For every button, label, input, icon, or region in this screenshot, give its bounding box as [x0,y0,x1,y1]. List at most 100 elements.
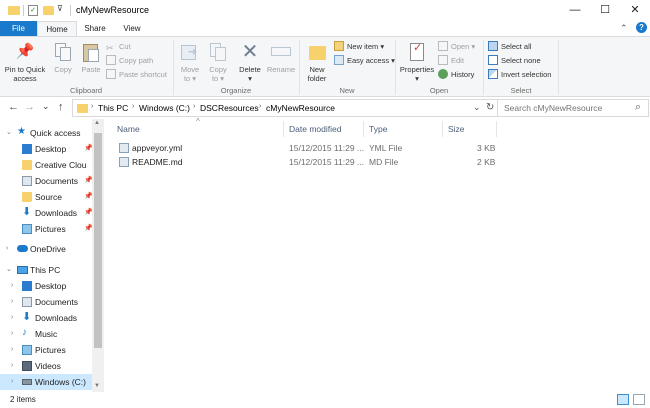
paste-shortcut-button[interactable]: Paste shortcut [106,69,167,81]
properties-qat-icon[interactable]: ✓ [28,5,38,16]
help-icon[interactable]: ? [636,22,647,33]
new-folder-button[interactable]: New folder [302,41,332,83]
chevron-right-icon[interactable]: › [11,294,13,310]
maximize-button[interactable]: ☐ [590,0,620,21]
tab-share[interactable]: Share [77,21,113,37]
easy-access-button[interactable]: Easy access ▾ [334,55,395,67]
search-icon[interactable]: ⌕ [635,101,641,114]
address-box[interactable]: › This PC › Windows (C:) › DSCResources … [72,99,540,117]
folder-icon [22,192,32,202]
paste-shortcut-label: Paste shortcut [119,70,167,79]
column-divider[interactable] [363,121,364,137]
tab-view[interactable]: View [113,21,151,37]
nav-scrollbar-thumb[interactable] [94,133,102,348]
nav-item-windows-c[interactable]: › Windows (C:) [0,374,92,390]
pin-to-quick-access-button[interactable]: 📌 Pin to Quick access [3,41,47,83]
nav-item-pc-downloads[interactable]: › ⬇ Downloads [0,310,92,326]
column-header-size[interactable]: Size [448,124,465,134]
nav-item-pc-videos[interactable]: › Videos [0,358,92,374]
column-header-date-modified[interactable]: Date modified [289,124,341,134]
large-icons-view-button[interactable] [633,394,645,405]
details-view-button[interactable] [617,394,629,405]
nav-item-this-pc[interactable]: ⌄ This PC [0,262,92,278]
nav-item-documents[interactable]: Documents 📌 [0,173,93,189]
table-row[interactable]: README.md 15/12/2015 11:29 ... MD File 2… [113,155,495,169]
table-row[interactable]: appveyor.yml 15/12/2015 11:29 ... YML Fi… [113,141,495,155]
qat-dropdown-icon[interactable]: ⊽ [57,4,63,13]
column-divider[interactable] [496,121,497,137]
open-button[interactable]: Open ▾ [438,41,475,53]
select-none-button[interactable]: Select none [488,55,541,67]
new-item-icon [334,41,344,51]
history-button[interactable]: History [438,69,474,81]
chevron-right-icon[interactable]: › [6,241,8,257]
folder-icon [77,104,88,113]
copy-path-button[interactable]: Copy path [106,55,153,67]
breadcrumb-this-pc[interactable]: This PC [98,103,128,113]
search-box[interactable]: ⌕ [497,99,649,117]
nav-item-desktop[interactable]: Desktop 📌 [0,141,93,157]
address-dropdown-icon[interactable]: ⌄ [473,102,481,113]
nav-label: Downloads [35,313,78,323]
recent-locations-button[interactable]: ⌄ [42,101,50,112]
rename-button[interactable]: Rename [266,41,296,74]
open-icon [438,41,448,51]
close-button[interactable]: ✕ [620,0,650,21]
nav-item-pc-pictures[interactable]: › Pictures [0,342,92,358]
file-size: 3 KB [477,143,496,153]
back-button[interactable]: ← [8,101,19,113]
collapse-ribbon-icon[interactable]: ⌃ [620,23,628,34]
scroll-down-arrow-icon[interactable]: ▼ [94,383,100,389]
nav-item-creative-cloud[interactable]: Creative Clou [0,157,92,173]
delete-button[interactable]: ✕ Delete ▾ [236,41,264,83]
nav-item-pictures[interactable]: Pictures 📌 [0,221,93,237]
chevron-right-icon[interactable]: › [11,326,13,342]
forward-button[interactable]: → [24,101,35,113]
breadcrumb-windows-c[interactable]: Windows (C:) [139,103,190,113]
move-to-button[interactable]: ➜ Move to ▾ [177,41,203,83]
copy-button[interactable]: Copy [50,41,76,74]
chevron-right-icon[interactable]: › [11,358,13,374]
cut-button[interactable]: ✂ Cut [106,41,131,53]
column-divider[interactable] [442,121,443,137]
chevron-right-icon[interactable]: › [11,310,13,326]
new-folder-qat-icon[interactable] [43,6,54,15]
pin-icon: 📌 [15,43,35,60]
copy-to-label-1: Copy [209,65,227,74]
tab-file[interactable]: File [0,21,37,37]
column-divider[interactable] [283,121,284,137]
nav-item-pc-desktop[interactable]: › Desktop [0,278,92,294]
chevron-right-icon[interactable]: › [11,278,13,294]
nav-item-source[interactable]: Source 📌 [0,189,93,205]
invert-selection-button[interactable]: Invert selection [488,69,551,81]
select-group-label: Select [510,86,532,95]
properties-button[interactable]: ✓ Properties ▾ [398,41,436,84]
file-type: MD File [369,157,399,167]
column-header-type[interactable]: Type [369,124,387,134]
chevron-right-icon[interactable]: › [11,374,13,390]
nav-item-pc-music[interactable]: › ♪ Music [0,326,92,342]
nav-item-downloads[interactable]: ⬇ Downloads 📌 [0,205,93,221]
up-button[interactable]: ↑ [58,101,64,113]
scroll-up-arrow-icon[interactable]: ▲ [94,120,100,126]
chevron-right-icon[interactable]: › [11,342,13,358]
paste-button[interactable]: Paste [78,41,104,74]
invert-selection-label: Invert selection [501,70,552,79]
breadcrumb-cmynewresource[interactable]: cMyNewResource [266,103,335,113]
tab-home[interactable]: Home [37,21,77,37]
edit-button[interactable]: Edit [438,55,464,67]
nav-item-quick-access[interactable]: ⌄ ★ Quick access [0,125,92,141]
copy-to-button[interactable]: Copy to ▾ [205,41,231,83]
nav-item-onedrive[interactable]: › OneDrive [0,241,92,257]
chevron-down-icon[interactable]: ⌄ [6,262,12,278]
refresh-icon[interactable]: ↻ [486,102,494,113]
nav-item-pc-documents[interactable]: › Documents [0,294,92,310]
select-all-button[interactable]: Select all [488,41,531,53]
minimize-button[interactable]: — [560,0,590,21]
chevron-down-icon[interactable]: ⌄ [6,125,12,141]
search-input[interactable] [498,100,628,116]
new-item-button[interactable]: New item ▾ [334,41,384,53]
organize-group-label: Organize [220,86,252,95]
breadcrumb-dscresources[interactable]: DSCResources [200,103,259,113]
column-header-name[interactable]: Name [117,124,140,134]
